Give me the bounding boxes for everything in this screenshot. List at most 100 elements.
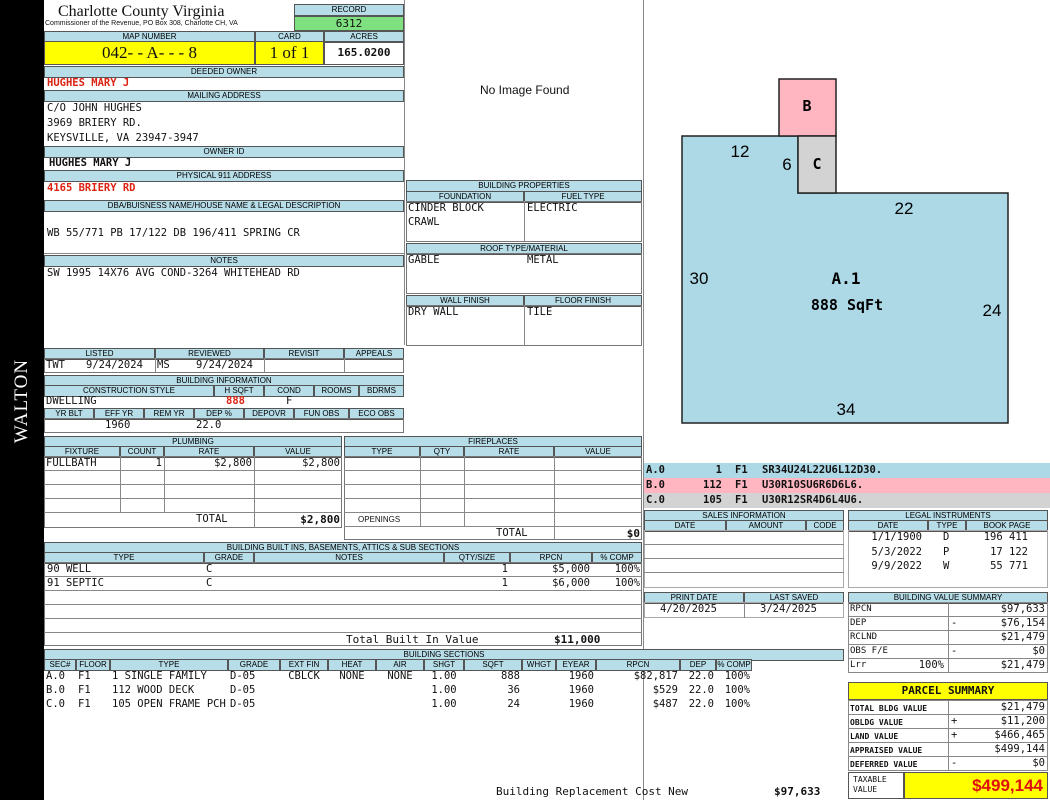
map-number-value: 042- - A- - - 8 bbox=[102, 43, 197, 62]
divider bbox=[344, 512, 642, 513]
section-cell-floor: F1 bbox=[78, 670, 91, 682]
divider bbox=[744, 602, 745, 618]
divider bbox=[264, 358, 265, 373]
legend-b-code: U30R10SU6R6D6L6. bbox=[762, 479, 864, 491]
legal-row-2-date: 5/3/2022 bbox=[871, 546, 922, 558]
bi-row-1-grade: C bbox=[206, 563, 213, 575]
rooms-header: ROOMS bbox=[314, 385, 359, 397]
section-cell-comp: 100% bbox=[724, 698, 750, 710]
replacement-value: $97,633 bbox=[774, 785, 821, 798]
divider bbox=[524, 305, 525, 346]
sketch-svg: B C A.1 888 SqFt 12 6 22 30 24 34 bbox=[681, 78, 1009, 424]
legal-row-1-date: 1/1/1900 bbox=[871, 531, 922, 543]
legend-b-floor: F1 bbox=[735, 479, 748, 491]
parcel-title: PARCEL SUMMARY bbox=[901, 684, 995, 697]
bi-row-2-qty: 1 bbox=[501, 577, 508, 589]
mailing-line-2: 3969 BRIERY RD. bbox=[47, 117, 142, 129]
divider bbox=[404, 0, 405, 345]
section-cell-grade: D-05 bbox=[230, 670, 256, 682]
fp-total: $0 bbox=[626, 527, 640, 540]
bvs-row-label: DEP bbox=[850, 618, 867, 628]
sections-column-headers: SEC# FLOOR TYPE GRADE EXT FIN HEAT AIR SHGT SQFT… bbox=[44, 659, 844, 671]
parcel-row-value: $466,465 bbox=[994, 729, 1045, 741]
section-cell-grade: D-05 bbox=[230, 698, 256, 710]
sketch-area: B C A.1 888 SqFt 12 6 22 30 24 34 bbox=[644, 0, 1050, 463]
deeded-owner: HUGHES MARY J bbox=[47, 77, 130, 89]
divider bbox=[44, 618, 642, 619]
legal-row-3-date: 9/9/2022 bbox=[871, 560, 922, 572]
parcel-row-value: $0 bbox=[1032, 757, 1045, 769]
bvs-row-value: $21,479 bbox=[1000, 659, 1045, 671]
map-number: 042- - A- - - 8 bbox=[44, 41, 255, 65]
divider bbox=[464, 456, 465, 526]
hsqft-value: 888 bbox=[226, 395, 245, 407]
legal-row-3-type: W bbox=[943, 560, 950, 572]
parcel-rows: TOTAL BLDG VALUE $21,479 OBLDG VALUE + $11,2… bbox=[848, 700, 1048, 772]
section-cell-sqft: 36 bbox=[507, 684, 520, 696]
label-c: C bbox=[812, 155, 821, 173]
mailing-line-3: KEYSVILLE, VA 23947-3947 bbox=[47, 132, 199, 144]
builtins-total-label: Total Built In Value bbox=[346, 633, 479, 646]
bi-row-2-type: 91 SEPTIC bbox=[47, 577, 104, 589]
plumbing-total: $2,800 bbox=[300, 513, 340, 526]
section-cell-heat: NONE bbox=[339, 670, 365, 682]
plumbing-fixture: FULLBATH bbox=[46, 457, 97, 469]
bvs-row-value: $76,154 bbox=[1000, 617, 1045, 629]
section-cell-rpcn: $529 bbox=[652, 684, 678, 696]
bi-row-2-comp: 100% bbox=[614, 577, 640, 589]
legal-row-1-book: 196 411 bbox=[983, 531, 1028, 543]
county-title: Charlotte County Virginia bbox=[58, 3, 225, 20]
fp-total-label: TOTAL bbox=[496, 527, 528, 539]
legend-c-code: U30R12SR4D6L4U6. bbox=[762, 494, 864, 506]
dba-text: WB 55/771 PB 17/122 DB 196/411 SPRING CR bbox=[47, 227, 300, 239]
bi-row-1-qty: 1 bbox=[501, 563, 508, 575]
mailing-header: MAILING ADDRESS bbox=[44, 90, 404, 102]
divider bbox=[344, 484, 642, 485]
section-cell-eyear: 1960 bbox=[568, 698, 594, 710]
bvs-row-label: OBS F/E bbox=[850, 646, 888, 656]
legend-a-floor: F1 bbox=[735, 464, 748, 476]
taxable-value: $499,144 bbox=[972, 776, 1043, 795]
section-cell-type: 1 SINGLE FAMILY bbox=[112, 670, 207, 682]
bdrms-header: BDRMS bbox=[359, 385, 404, 397]
construction-style: DWELLING bbox=[46, 395, 97, 407]
legend-a-area: 1 bbox=[715, 464, 722, 476]
legal-row-1-type: D bbox=[943, 531, 950, 543]
side-label: WALTON bbox=[11, 358, 32, 444]
card: 1 of 1 bbox=[255, 41, 324, 65]
label-b: B bbox=[802, 97, 811, 115]
notes-header: NOTES bbox=[44, 255, 404, 267]
physical-address-header: PHYSICAL 911 ADDRESS bbox=[44, 170, 404, 182]
legend-b-area: 112 bbox=[703, 479, 722, 491]
section-cell-rpcn: $487 bbox=[652, 698, 678, 710]
section-cell-dep: 22.0 bbox=[688, 670, 714, 682]
dim-24: 24 bbox=[983, 301, 1002, 320]
dim-34: 34 bbox=[837, 400, 856, 419]
bi-row-2-rpcn: $6,000 bbox=[552, 577, 590, 589]
bi-row-1-comp: 100% bbox=[614, 563, 640, 575]
divider bbox=[44, 253, 404, 254]
legend-a-code: SR34U24L22U6L12D30. bbox=[762, 464, 883, 476]
owner-id: HUGHES MARY J bbox=[49, 157, 132, 169]
section-cell-comp: 100% bbox=[724, 670, 750, 682]
cond-value: F bbox=[286, 395, 293, 407]
record-header: RECORD bbox=[294, 4, 404, 16]
section-cell-sec: A.0 bbox=[46, 670, 65, 682]
bvs-row-label: RCLND bbox=[850, 632, 878, 642]
plumbing-total-label: TOTAL bbox=[196, 513, 228, 525]
taxable-value-box: $499,144 bbox=[904, 772, 1048, 799]
bi-row-2-grade: C bbox=[206, 577, 213, 589]
acres-value: 165.0200 bbox=[337, 46, 391, 59]
legend-a-sec: A.0 bbox=[646, 464, 665, 476]
section-cell-shgt: 1.00 bbox=[431, 698, 457, 710]
bvs-row-value: $0 bbox=[1032, 645, 1045, 657]
parcel-row-value: $11,200 bbox=[1000, 715, 1045, 727]
section-cell-dep: 22.0 bbox=[688, 684, 714, 696]
legal-row-3-book: 55 771 bbox=[990, 560, 1028, 572]
legend-c-sec: C.0 bbox=[646, 494, 665, 506]
bvs-row-pct: 100% bbox=[918, 659, 944, 671]
bi-row-1-type: 90 WELL bbox=[47, 563, 92, 575]
divider bbox=[44, 470, 342, 471]
dim-6: 6 bbox=[782, 155, 791, 174]
listing-box bbox=[44, 358, 404, 373]
